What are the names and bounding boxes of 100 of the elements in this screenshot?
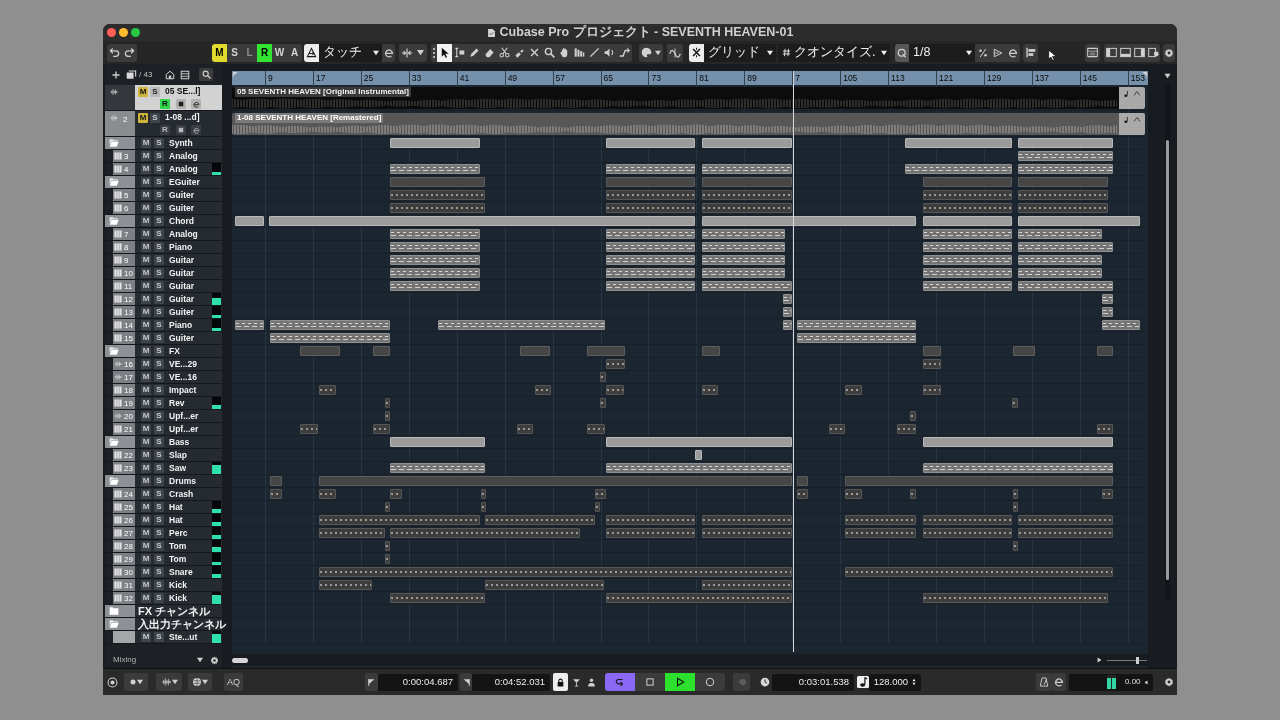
midi-part[interactable]	[385, 398, 390, 408]
track-header[interactable]: M S Drums	[105, 475, 222, 488]
mute-button[interactable]: M	[141, 164, 151, 174]
midi-part[interactable]	[606, 528, 695, 538]
solo-button[interactable]: S	[154, 463, 164, 473]
midi-part[interactable]	[702, 385, 718, 395]
quantize-button[interactable]	[895, 43, 909, 62]
midi-part[interactable]	[1018, 242, 1113, 252]
midi-part[interactable]	[797, 489, 808, 499]
midi-part[interactable]	[702, 281, 792, 291]
midi-part[interactable]	[390, 528, 580, 538]
folder-icon[interactable]	[108, 476, 120, 486]
audio-event[interactable]: 05 SEVENTH HEAVEN [Original Instrumental]	[232, 87, 1145, 109]
midi-part[interactable]	[1102, 307, 1113, 317]
midi-part[interactable]	[300, 424, 318, 434]
midi-part[interactable]	[606, 229, 695, 239]
midi-part[interactable]	[390, 190, 485, 200]
stop-button[interactable]	[635, 673, 665, 691]
solo-button[interactable]: S	[154, 359, 164, 369]
midi-part[interactable]	[1018, 203, 1108, 213]
color-menu-button[interactable]	[653, 43, 663, 62]
track-header[interactable]: M S EGuiter	[105, 176, 222, 189]
mute-button[interactable]: M	[141, 320, 151, 330]
folder-icon[interactable]	[108, 216, 120, 226]
solo-button[interactable]: S	[154, 593, 164, 603]
lock-button[interactable]	[553, 673, 568, 691]
left-locator-field[interactable]: 0:00:04.687	[378, 673, 458, 691]
midi-part[interactable]	[390, 281, 480, 291]
midi-part[interactable]	[897, 424, 916, 434]
midi-part[interactable]	[606, 242, 695, 252]
midi-part[interactable]	[923, 463, 1113, 473]
position-field[interactable]: 0:03:01.538	[772, 673, 854, 691]
solo-button[interactable]: S	[154, 216, 164, 226]
midi-part[interactable]	[702, 580, 792, 590]
track-header[interactable]: 24 M S Crash	[105, 488, 222, 501]
audio-event[interactable]	[385, 411, 390, 421]
mute-button[interactable]: M	[141, 307, 151, 317]
solo-button[interactable]: S	[154, 190, 164, 200]
read-all-button[interactable]: R	[257, 43, 272, 62]
midi-part[interactable]	[606, 190, 695, 200]
midi-part[interactable]	[390, 489, 402, 499]
midi-part[interactable]	[385, 502, 390, 512]
scroll-thumb[interactable]	[232, 657, 248, 663]
midi-part[interactable]	[845, 515, 916, 525]
mute-button[interactable]: M	[141, 463, 151, 473]
mute-button[interactable]: M	[141, 203, 151, 213]
track-header[interactable]: 22 M S Slap	[105, 449, 222, 462]
drag-mode-button[interactable]	[399, 43, 414, 62]
solo-all-button[interactable]: S	[227, 43, 242, 62]
audio-event[interactable]	[606, 359, 625, 369]
track-header[interactable]: 17 M S VE...16	[105, 371, 222, 384]
right-zone-button[interactable]	[1132, 43, 1146, 62]
mute-button[interactable]: M	[141, 190, 151, 200]
midi-part[interactable]	[923, 268, 1012, 278]
mute-button[interactable]: M	[141, 593, 151, 603]
midi-part[interactable]	[923, 190, 1012, 200]
midi-part[interactable]	[923, 255, 1012, 265]
track-header[interactable]: FX チャンネル	[105, 605, 222, 618]
midi-part[interactable]	[606, 281, 695, 291]
track-header[interactable]: 4 M S Analog	[105, 163, 222, 176]
track-header[interactable]: 23 M S Saw	[105, 462, 222, 475]
folder-icon[interactable]	[108, 346, 120, 356]
midi-part[interactable]	[517, 424, 533, 434]
mute-button[interactable]: M	[141, 424, 151, 434]
track-header[interactable]: 21 M S Upf...er	[105, 423, 222, 436]
track-header[interactable]: 2 M S 1-08 ...d] R	[105, 111, 222, 137]
midi-part[interactable]	[606, 385, 624, 395]
solo-button[interactable]: S	[154, 411, 164, 421]
scrollbar-thumb[interactable]	[1165, 140, 1169, 580]
midi-part[interactable]	[390, 203, 485, 213]
audio-event[interactable]: 1-08 SEVENTH HEAVEN [Remastered]	[232, 113, 1145, 135]
midi-part[interactable]	[797, 320, 916, 330]
solo-button[interactable]: S	[154, 333, 164, 343]
midi-part[interactable]	[319, 580, 372, 590]
midi-part[interactable]	[587, 424, 605, 434]
track-header[interactable]: 3 M S Analog	[105, 150, 222, 163]
mute-button[interactable]: M	[141, 242, 151, 252]
solo-button[interactable]: S	[154, 437, 164, 447]
audio-event[interactable]	[600, 372, 606, 382]
midi-part[interactable]	[702, 203, 792, 213]
write-button[interactable]	[176, 99, 186, 109]
mute-button[interactable]: M	[141, 632, 151, 642]
quantize-value-dropdown[interactable]: 1/8	[909, 43, 975, 62]
solo-button[interactable]: S	[154, 229, 164, 239]
midi-part[interactable]	[485, 580, 604, 590]
midi-part[interactable]	[373, 424, 390, 434]
midi-part[interactable]	[270, 320, 390, 330]
midi-part[interactable]	[1012, 398, 1018, 408]
snap-type-dropdown[interactable]: グリッド	[704, 43, 776, 62]
left-zone-button[interactable]	[1104, 43, 1118, 62]
track-header[interactable]: M S FX	[105, 345, 222, 358]
midi-part[interactable]	[1102, 320, 1140, 330]
audio-options-button[interactable]	[156, 673, 182, 691]
midi-part[interactable]	[606, 255, 695, 265]
solo-button[interactable]: S	[154, 528, 164, 538]
midi-part[interactable]	[923, 593, 1108, 603]
solo-button[interactable]: S	[154, 320, 164, 330]
midi-part[interactable]	[1018, 281, 1113, 291]
track-header[interactable]: 10 M S Guitar	[105, 267, 222, 280]
mute-button[interactable]: M	[138, 112, 148, 123]
